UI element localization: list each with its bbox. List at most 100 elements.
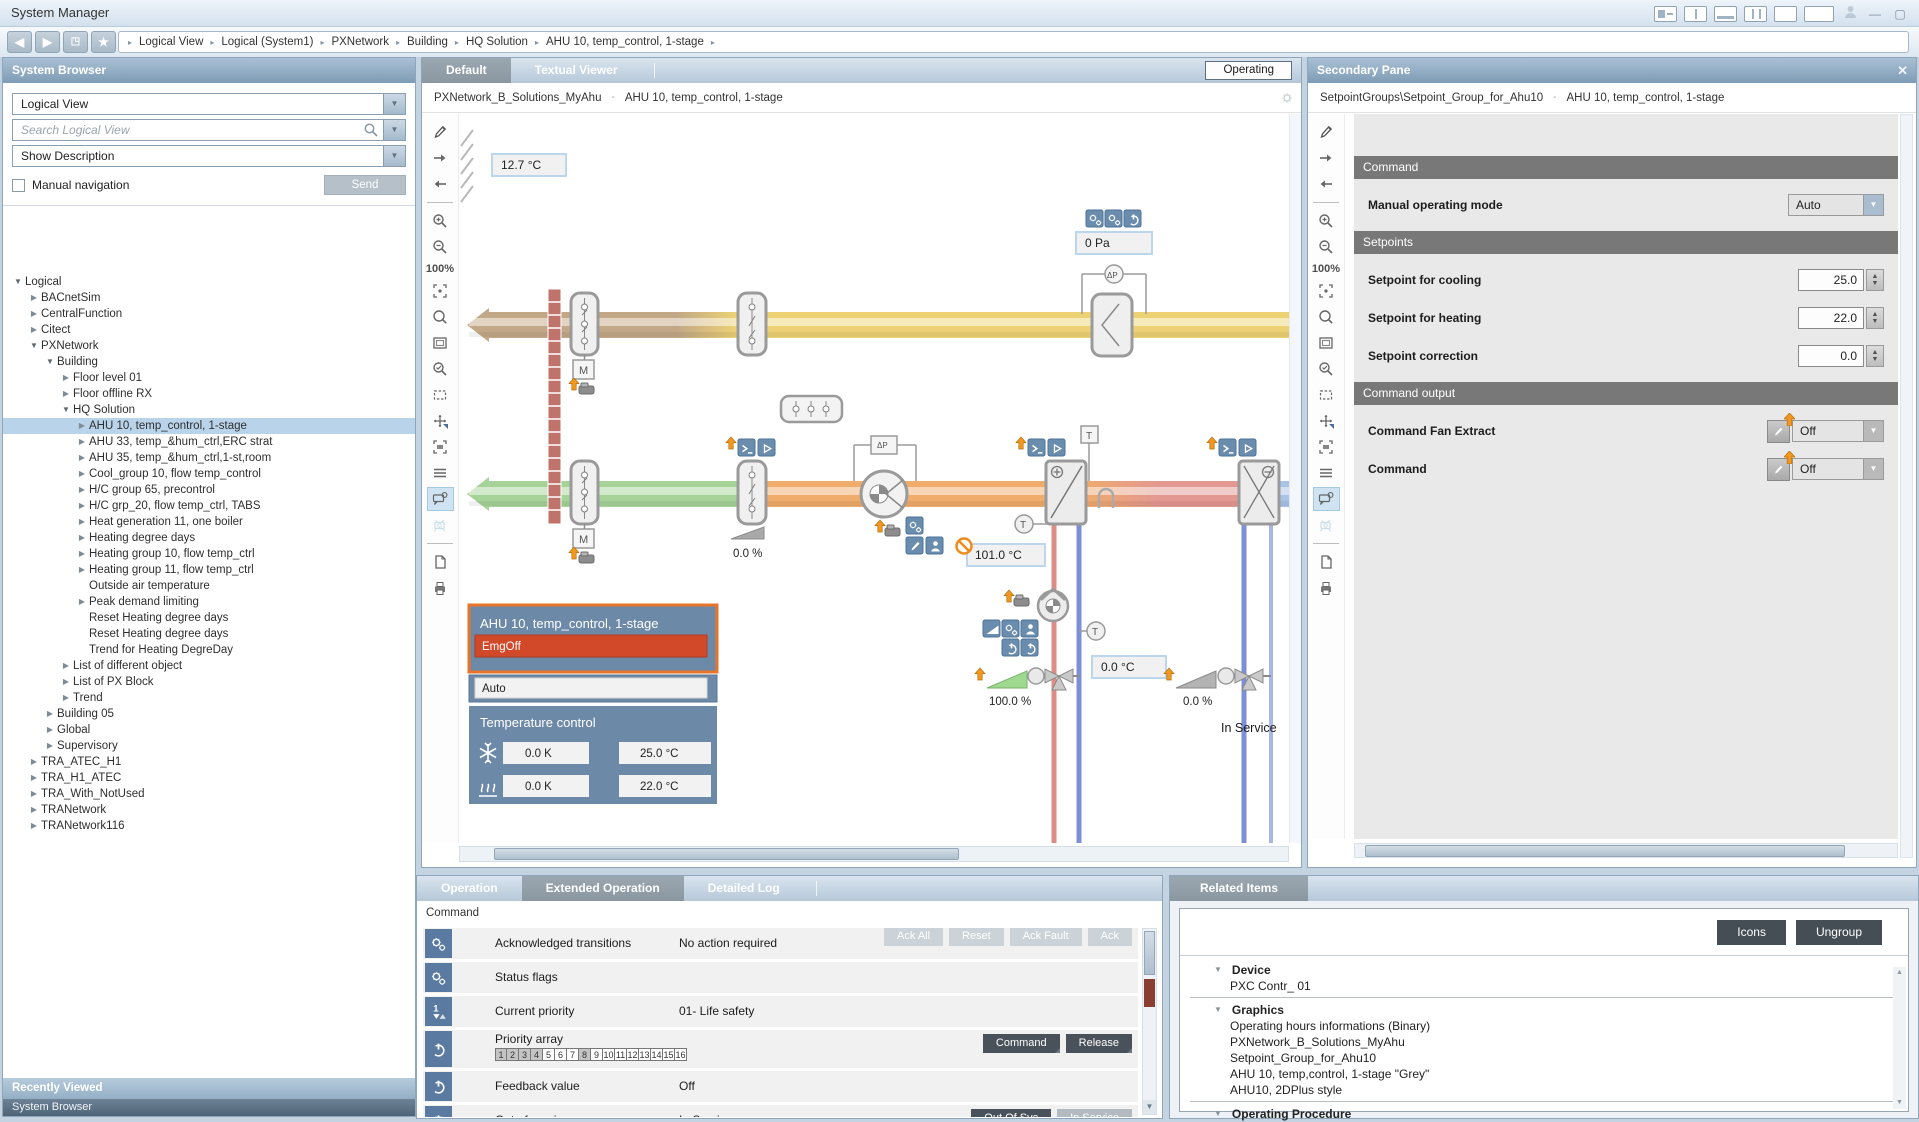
icons-button[interactable]: Icons <box>1717 920 1786 945</box>
spin-up-icon[interactable]: ▲ <box>1872 311 1879 318</box>
tree-item[interactable]: ▼Logical <box>3 274 415 290</box>
operating-button[interactable]: Operating <box>1205 61 1292 80</box>
tree-item[interactable]: ▶TRA_With_NotUsed <box>3 786 415 802</box>
tooltip-options-icon[interactable] <box>1313 487 1340 511</box>
priority-slot[interactable]: 11 <box>615 1048 627 1061</box>
zoom-out-icon[interactable] <box>1313 235 1340 259</box>
release-button[interactable]: Release <box>1066 1034 1132 1053</box>
priority-slot[interactable]: 14 <box>651 1048 663 1061</box>
tree-expander-icon[interactable]: ▶ <box>27 770 41 786</box>
spinner-buttons[interactable]: ▲▼ <box>1866 345 1884 367</box>
heating-coil-buttons[interactable] <box>1028 439 1065 456</box>
chevron-down-icon[interactable]: ▼ <box>1863 195 1883 215</box>
tree-expander-icon[interactable]: ▶ <box>75 530 89 546</box>
chevron-down-icon[interactable]: ▼ <box>1214 1109 1222 1118</box>
tree-expander-icon[interactable]: ▶ <box>75 434 89 450</box>
gear-icon[interactable] <box>1281 92 1293 107</box>
related-item[interactable]: PXC Contr_ 01 <box>1180 978 1908 994</box>
chevron-down-icon[interactable]: ▼ <box>383 146 405 166</box>
pop-out-icon[interactable]: ◳ <box>63 31 88 53</box>
damper-command-buttons[interactable] <box>738 439 775 456</box>
chevron-down-icon[interactable]: ▼ <box>1214 1005 1222 1014</box>
related-items-scrollbar[interactable]: ▲ ▼ <box>1893 967 1906 1109</box>
tree-item[interactable]: ▶Global <box>3 722 415 738</box>
close-icon[interactable]: ✕ <box>1897 58 1908 83</box>
tree-item[interactable]: ▶List of PX Block <box>3 674 415 690</box>
setpoint-input[interactable]: 25.0 <box>1798 269 1864 291</box>
related-item[interactable]: AHU10, 2DPlus style <box>1180 1082 1908 1098</box>
priority-slot[interactable]: 6 <box>555 1048 567 1061</box>
tab-default[interactable]: Default <box>422 58 511 83</box>
priority-slot[interactable]: 10 <box>603 1048 615 1061</box>
tree-expander-icon[interactable]: ▶ <box>43 738 57 754</box>
scroll-down-icon[interactable]: ▼ <box>1143 1100 1156 1114</box>
setpoint-input[interactable]: 0.0 <box>1798 345 1864 367</box>
related-item[interactable]: Operating hours informations (Binary) <box>1180 1018 1908 1034</box>
zoom-check-icon[interactable] <box>1313 357 1340 381</box>
priority-slot[interactable]: 13 <box>639 1048 651 1061</box>
spin-up-icon[interactable]: ▲ <box>1872 349 1879 356</box>
view-select[interactable]: Logical View ▼ <box>12 93 406 115</box>
scroll-down-icon[interactable]: ▼ <box>1893 1097 1906 1109</box>
tree-expander-icon[interactable]: ▶ <box>75 450 89 466</box>
split-columns-icon[interactable] <box>1684 6 1707 22</box>
pen-icon[interactable] <box>1313 120 1340 144</box>
tree-expander-icon[interactable]: ▶ <box>27 786 41 802</box>
pan-view-icon[interactable] <box>1313 409 1340 433</box>
priority-slot[interactable]: 16 <box>675 1048 687 1061</box>
ahu-info-box[interactable]: AHU 10, temp_control, 1-stage EmgOff Aut… <box>469 605 717 702</box>
operation-vertical-scrollbar[interactable]: ▼ <box>1142 928 1157 1115</box>
tree-expander-icon[interactable]: ▶ <box>27 290 41 306</box>
cooling-coil-buttons[interactable] <box>1219 439 1256 456</box>
scrollbar-thumb[interactable] <box>1144 931 1155 975</box>
two-pane-icon[interactable] <box>1744 6 1767 22</box>
related-item[interactable]: PXNetwork_B_Solutions_MyAhu <box>1180 1034 1908 1050</box>
tree-item[interactable]: ▶Citect <box>3 322 415 338</box>
favorite-icon[interactable]: ★ <box>91 31 116 53</box>
tree-expander-icon[interactable]: ▶ <box>27 802 41 818</box>
zoom-out-icon[interactable] <box>427 235 454 259</box>
tab-related-items[interactable]: Related Items <box>1170 876 1308 901</box>
tree-expander-icon[interactable]: ▼ <box>59 402 73 418</box>
tree-expander-icon[interactable]: ▶ <box>75 466 89 482</box>
tree-item[interactable]: Trend for Heating DegreDay <box>3 642 415 658</box>
tree-item[interactable]: ▶Floor offline RX <box>3 386 415 402</box>
tree-item[interactable]: ▼Building <box>3 354 415 370</box>
secondary-vertical-scrollbar[interactable] <box>1900 114 1913 858</box>
graphic-name[interactable]: PXNetwork_B_Solutions_MyAhu <box>434 92 601 104</box>
tree-expander-icon[interactable]: ▶ <box>75 594 89 610</box>
tree-item[interactable]: ▶Heating degree days <box>3 530 415 546</box>
tree-item[interactable]: ▶Floor level 01 <box>3 370 415 386</box>
priority-slot[interactable]: 9 <box>591 1048 603 1061</box>
select-object-icon[interactable] <box>1313 435 1340 459</box>
minimize-icon[interactable]: — <box>1866 7 1884 21</box>
fit-center-icon[interactable] <box>1313 279 1340 303</box>
spin-down-icon[interactable]: ▼ <box>1872 318 1879 325</box>
tree-item[interactable]: ▶Peak demand limiting <box>3 594 415 610</box>
arrow-right-icon[interactable] <box>427 146 454 170</box>
arrow-left-icon[interactable] <box>427 172 454 196</box>
tree-expander-icon[interactable]: ▶ <box>59 370 73 386</box>
tree-item[interactable]: ▶Trend <box>3 690 415 706</box>
page-setup-icon[interactable] <box>1313 550 1340 574</box>
tree-item[interactable]: ▶TRA_ATEC_H1 <box>3 754 415 770</box>
tree-item[interactable]: ▼HQ Solution <box>3 402 415 418</box>
tree-item[interactable]: ▶Supervisory <box>3 738 415 754</box>
priority-slot[interactable]: 3 <box>519 1048 531 1061</box>
tree-expander-icon[interactable]: ▶ <box>27 322 41 338</box>
breadcrumb-item[interactable]: PXNetwork <box>331 36 389 48</box>
tree-item[interactable]: Reset Heating degree days <box>3 610 415 626</box>
related-item[interactable]: Setpoint_Group_for_Ahu10 <box>1180 1050 1908 1066</box>
hvac-diagram-canvas[interactable]: 12.7 °C M <box>459 114 1289 843</box>
spinner-buttons[interactable]: ▲▼ <box>1866 269 1884 291</box>
tree-expander-icon[interactable]: ▶ <box>75 562 89 578</box>
tree-expander-icon[interactable]: ▶ <box>59 386 73 402</box>
manual-override-button[interactable] <box>1767 458 1790 481</box>
spin-down-icon[interactable]: ▼ <box>1872 356 1879 363</box>
breadcrumb-item[interactable]: Logical (System1) <box>221 36 313 48</box>
tree-expander-icon[interactable]: ▶ <box>27 754 41 770</box>
command-value-select[interactable]: Off▼ <box>1792 420 1884 442</box>
out-of-svc-button[interactable]: Out Of Svc <box>971 1109 1051 1117</box>
chevron-down-icon[interactable]: ▼ <box>383 120 405 140</box>
maximize-icon[interactable]: ▢ <box>1891 7 1909 21</box>
